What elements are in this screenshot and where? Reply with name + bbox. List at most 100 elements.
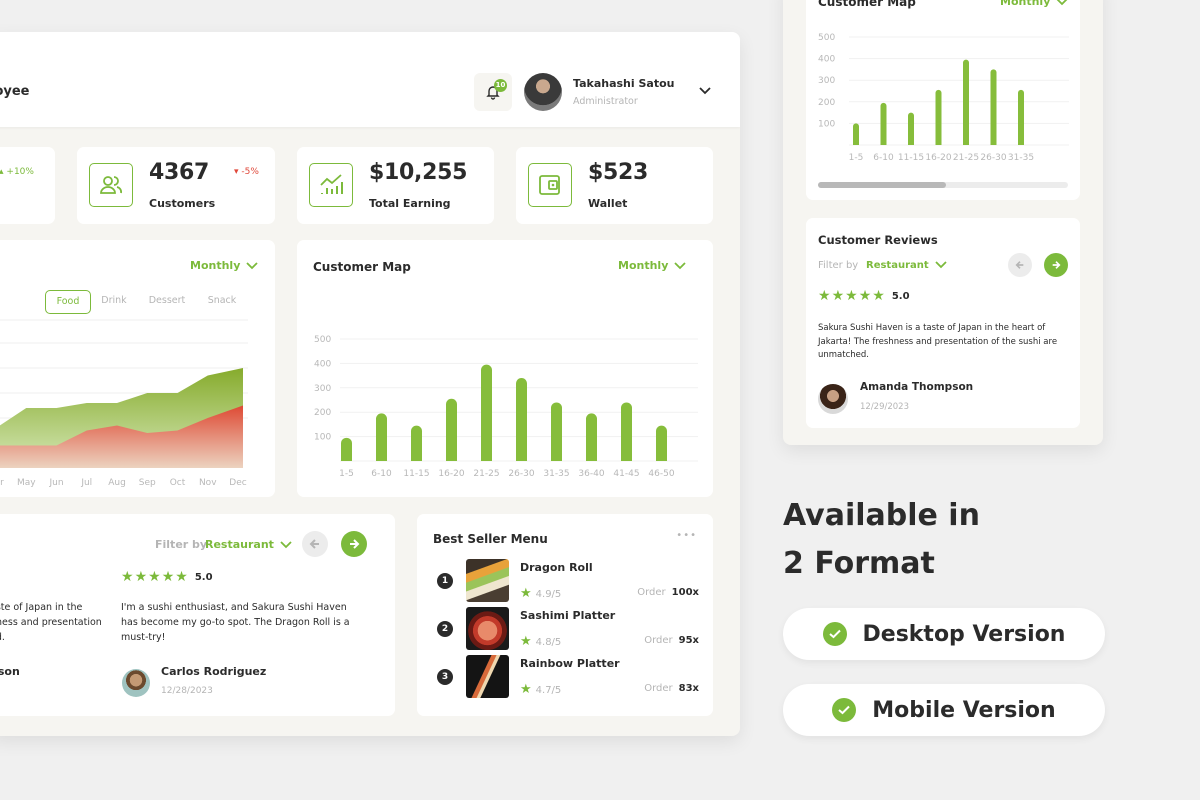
stat-change: ▾ -5% — [234, 167, 259, 177]
star-icon: ★ — [161, 569, 175, 585]
food-rating: ★ 4.9/5 — [520, 586, 562, 601]
star-icon: ★ — [121, 569, 134, 585]
reviewer-name-partial: pson — [0, 665, 20, 678]
star-icon: ★ — [872, 288, 885, 304]
bar-base — [551, 455, 562, 461]
x-tick-label: 46-50 — [648, 469, 674, 479]
arrow-up-icon: ▴ — [0, 167, 4, 177]
rank-badge: 2 — [437, 621, 453, 637]
bar-base — [621, 455, 632, 461]
star-icon: ★ — [520, 682, 532, 697]
rating-stars: ★ ★ ★ ★ ★ 5.0 — [818, 288, 910, 304]
wallet-icon — [539, 175, 560, 195]
food-name: Rainbow Platter — [520, 657, 620, 670]
bar — [880, 102, 887, 145]
y-tick-label: 300 — [314, 384, 331, 394]
next-review-button[interactable] — [1044, 253, 1068, 277]
bar-base — [411, 455, 422, 461]
prev-review-button[interactable] — [1008, 253, 1032, 277]
check-circle-icon — [822, 622, 847, 646]
x-tick-label: 1-5 — [339, 469, 354, 479]
rating-stars: ★ ★ ★ ★ ★ 5.0 — [121, 569, 213, 585]
x-tick-label: 31-35 — [1008, 153, 1034, 163]
food-name: Sashimi Platter — [520, 609, 616, 622]
food-rating: ★ 4.8/5 — [520, 634, 562, 649]
prev-review-button[interactable] — [302, 531, 328, 557]
stat-card-earning: $10,255 Total Earning — [297, 147, 494, 224]
chevron-down-icon[interactable] — [698, 86, 712, 96]
x-tick-label: Oct — [170, 478, 186, 488]
rating-value: 5.0 — [194, 571, 213, 583]
food-name: Dragon Roll — [520, 561, 593, 574]
chevron-down-icon — [280, 541, 292, 549]
rating-value: 5.0 — [891, 290, 910, 302]
chart-scrollbar[interactable] — [818, 182, 1068, 188]
next-review-button[interactable] — [341, 531, 367, 557]
arrow-right-icon — [350, 539, 360, 549]
bar — [516, 378, 527, 461]
x-tick-label: 6-10 — [873, 153, 894, 163]
x-tick-label: Jun — [48, 478, 63, 488]
user-avatar[interactable] — [524, 73, 562, 111]
customer-map-bar-chart: 100 200 300 400 500 1-5 6-10 11-15 16-20 21-25 26-… — [314, 335, 698, 479]
star-icon: ★ — [858, 288, 872, 304]
filter-dropdown[interactable]: Restaurant — [205, 538, 292, 551]
menu-item[interactable]: 2 Sashimi Platter ★ 4.8/5 Order 95x — [417, 607, 715, 651]
pill-label: Mobile Version — [872, 697, 1056, 723]
bar-base — [935, 142, 942, 145]
notification-button[interactable]: 10 — [474, 73, 512, 111]
y-tick-label: 400 — [314, 359, 331, 369]
stat-label: Wallet — [588, 197, 628, 210]
x-tick-label: 36-40 — [578, 469, 604, 479]
bar-base — [481, 455, 492, 461]
y-tick-label: 200 — [314, 408, 331, 418]
bar — [990, 69, 997, 145]
x-tick-label: 41-45 — [613, 469, 639, 479]
review-date: 12/28/2023 — [161, 686, 213, 696]
y-tick-label: 500 — [314, 335, 331, 345]
review-text: Sakura Sushi Haven is a taste of Japan i… — [818, 323, 1058, 360]
chart-growth-icon — [320, 174, 343, 194]
y-tick-label: 400 — [818, 55, 835, 65]
star-icon: ★ — [818, 288, 831, 304]
bar — [376, 413, 387, 461]
scrollbar-thumb[interactable] — [818, 182, 946, 188]
review-date: 12/29/2023 — [860, 402, 909, 412]
menu-item[interactable]: 3 Rainbow Platter ★ 4.7/5 Order 83x — [417, 655, 715, 699]
bar-base — [446, 455, 457, 461]
x-tick-label: 16-20 — [925, 153, 951, 163]
bar — [621, 402, 632, 461]
check-circle-icon — [832, 698, 857, 722]
filter-label: Filter by — [155, 538, 208, 551]
reviewer-avatar — [122, 669, 150, 697]
mobile-version-pill[interactable]: Mobile Version — [783, 684, 1105, 736]
arrow-down-icon: ▾ — [234, 167, 239, 177]
revenue-chart-card: Monthly se 0 Food Drink Dessert Snack Ap… — [0, 240, 275, 497]
reviewer-name: Carlos Rodriguez — [161, 665, 267, 678]
arrow-left-icon — [309, 539, 319, 549]
x-tick-label: 31-35 — [543, 469, 569, 479]
x-tick-label: 16-20 — [438, 469, 464, 479]
bar-base — [516, 455, 527, 461]
stat-label: Customers — [149, 197, 216, 210]
star-icon: ★ — [148, 569, 161, 585]
x-tick-label: Aug — [108, 478, 126, 488]
menu-item[interactable]: 1 Dragon Roll ★ 4.9/5 Order 100x — [417, 559, 715, 603]
more-options-icon[interactable]: ••• — [676, 530, 697, 541]
bar — [908, 112, 914, 145]
stat-change: ▴ +10% — [0, 167, 34, 177]
promo-headline: Available in 2 Format — [783, 498, 980, 581]
x-tick-label: Jul — [80, 478, 92, 488]
chevron-down-icon — [935, 261, 947, 269]
arrow-right-icon — [1052, 261, 1061, 269]
desktop-version-pill[interactable]: Desktop Version — [783, 608, 1105, 660]
bar — [1018, 89, 1024, 145]
x-tick-label: 11-15 — [898, 153, 924, 163]
filter-dropdown[interactable]: Restaurant — [866, 260, 947, 271]
bar-base — [880, 142, 887, 145]
desktop-dashboard: loyee 10 Takahashi Satou Administrator ▴… — [0, 32, 740, 736]
bar — [446, 398, 457, 461]
bar-base — [341, 455, 352, 461]
x-tick-label: Nov — [199, 478, 217, 488]
x-tick-label: 1-5 — [849, 153, 864, 163]
